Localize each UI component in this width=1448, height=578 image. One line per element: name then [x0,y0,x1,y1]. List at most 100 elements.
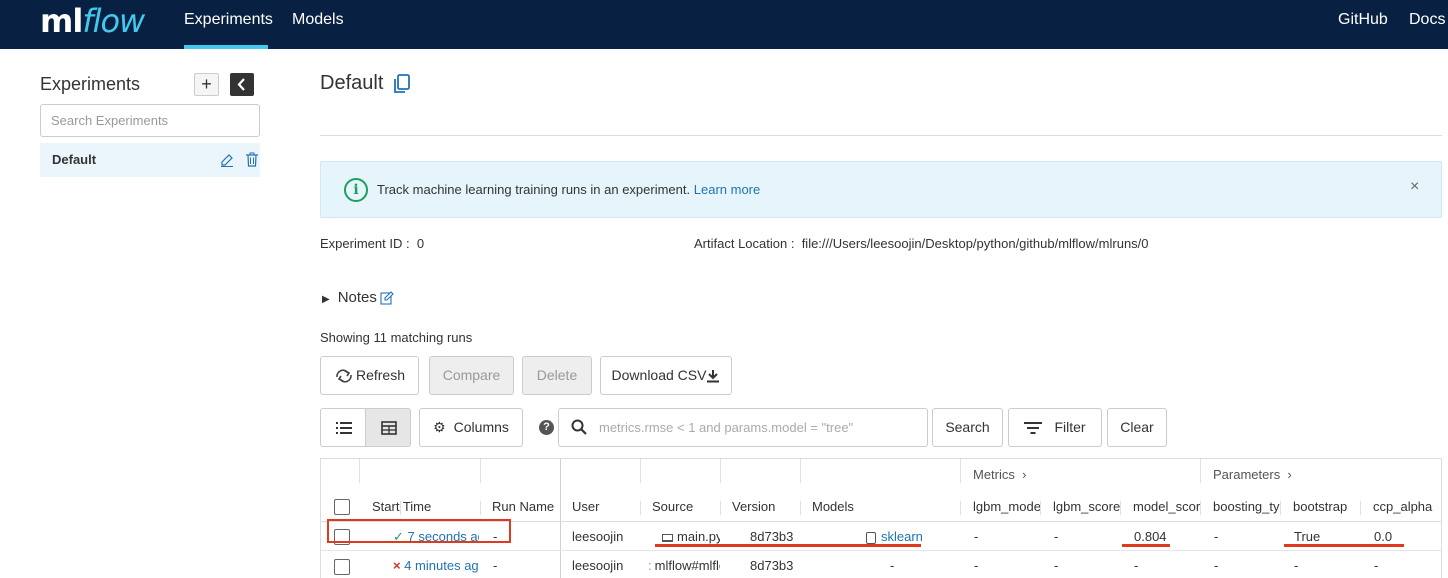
parameters-group-header[interactable]: Parameters › [1213,467,1292,482]
mlflow-logo[interactable]: mlflow [40,2,145,40]
metrics-group-header[interactable]: Metrics › [973,467,1026,482]
failed-icon: × [393,558,401,573]
help-icon[interactable]: ? [539,420,554,435]
row-checkbox[interactable] [334,559,350,575]
header-version[interactable]: Version [732,499,798,514]
column-divider [720,459,721,483]
header-boosting-type[interactable]: boosting_ty [1213,499,1282,514]
source-cell[interactable]: : mlflow#mlflo [648,558,720,573]
column-divider [1200,501,1201,515]
caret-right-icon: ▶ [322,294,330,305]
search-icon [571,419,587,435]
refresh-icon [336,369,352,383]
runs-count: Showing 11 matching runs [320,330,473,345]
edit-notes-icon[interactable] [380,291,394,305]
compare-button[interactable]: Compare [429,356,514,395]
filter-icon [1024,422,1043,435]
refresh-button[interactable]: Refresh [320,356,419,395]
close-icon[interactable]: × [1410,178,1419,196]
trash-icon[interactable] [245,152,259,167]
header-lgbm-score[interactable]: lgbm_score [1053,499,1122,514]
column-divider [1360,501,1361,515]
add-experiment-button[interactable]: + [194,73,219,96]
header-run-name[interactable]: Run Name [492,499,558,514]
info-icon: i [344,178,368,202]
title-divider [320,135,1442,136]
nav-github[interactable]: GitHub [1338,0,1388,49]
models-cell[interactable]: sklearn [866,529,923,544]
column-divider [800,501,801,515]
copy-icon[interactable] [393,74,411,94]
annotation-underline [1122,544,1170,547]
ccp-alpha-cell: - [1374,558,1379,573]
column-divider [400,501,401,515]
column-divider [480,459,481,483]
gear-icon: ⚙ [433,419,446,435]
header-model-score[interactable]: model_scor [1133,499,1202,514]
git-icon: : [648,558,652,573]
header-lgbm-mode[interactable]: lgbm_mode [973,499,1042,514]
models-cell: - [890,558,895,573]
version-cell[interactable]: 8d73b3 [750,529,793,544]
column-divider [1200,459,1201,483]
annotation-box [327,519,511,543]
lgbm-score-cell: - [1054,529,1059,544]
bootstrap-cell: - [1294,558,1299,573]
nav-experiments[interactable]: Experiments [184,0,273,49]
user-cell: leesoojin [572,529,624,544]
column-divider [1040,501,1041,515]
laptop-icon [662,533,673,542]
learn-more-link[interactable]: Learn more [694,182,760,197]
model-icon [866,531,876,544]
version-cell[interactable]: 8d73b3 [750,558,793,573]
header-start-time[interactable]: Start Time [372,499,477,514]
collapse-sidebar-button[interactable] [230,73,254,96]
column-divider [640,501,641,515]
download-icon [707,370,720,383]
nav-docs[interactable]: Docs [1409,0,1445,49]
experiment-id: Experiment ID : 0 [320,236,425,251]
header-models[interactable]: Models [812,499,952,514]
list-icon [336,422,352,434]
edit-icon[interactable] [220,153,234,167]
table-icon [381,421,397,435]
delete-button[interactable]: Delete [522,356,592,395]
page-title: Default [320,72,384,94]
run-search-input[interactable] [558,408,928,447]
header-source[interactable]: Source [652,499,718,514]
filter-button[interactable]: Filter [1008,408,1102,447]
clear-button[interactable]: Clear [1107,408,1167,447]
notes-toggle[interactable]: ▶ Notes [322,289,377,306]
column-divider [720,501,721,515]
column-divider [800,459,801,483]
search-button[interactable]: Search [932,408,1003,447]
header-bootstrap[interactable]: bootstrap [1293,499,1362,514]
header-ccp-alpha[interactable]: ccp_alpha [1373,499,1439,514]
column-divider [560,459,561,578]
row-divider [321,550,1441,551]
column-divider [960,459,961,483]
table-view-toggle[interactable] [365,408,411,447]
column-divider [480,501,481,515]
start-time-cell[interactable]: × 4 minutes ag [393,558,479,573]
lgbm-mode-cell: - [974,529,979,544]
top-navbar: mlflow Experiments Models GitHub Docs [0,0,1448,49]
annotation-underline [655,544,921,547]
columns-button[interactable]: ⚙ Columns [419,408,523,447]
select-all-checkbox[interactable] [334,499,350,515]
source-cell[interactable]: main.py [662,529,720,544]
model-score-cell: - [1134,558,1139,573]
run-name-cell: - [493,558,498,573]
search-experiments-input[interactable] [40,104,260,137]
boosting-type-cell: - [1214,529,1219,544]
lgbm-score-cell: - [1054,558,1059,573]
list-view-toggle[interactable] [320,408,366,447]
boosting-type-cell: - [1214,558,1219,573]
sidebar-title: Experiments [40,74,141,94]
user-cell: leesoojin [572,558,624,573]
bootstrap-cell: True [1294,529,1321,544]
download-csv-button[interactable]: Download CSV [600,356,732,395]
sidebar-item-default[interactable]: Default [40,143,260,177]
nav-models[interactable]: Models [292,0,344,49]
header-user[interactable]: User [572,499,638,514]
